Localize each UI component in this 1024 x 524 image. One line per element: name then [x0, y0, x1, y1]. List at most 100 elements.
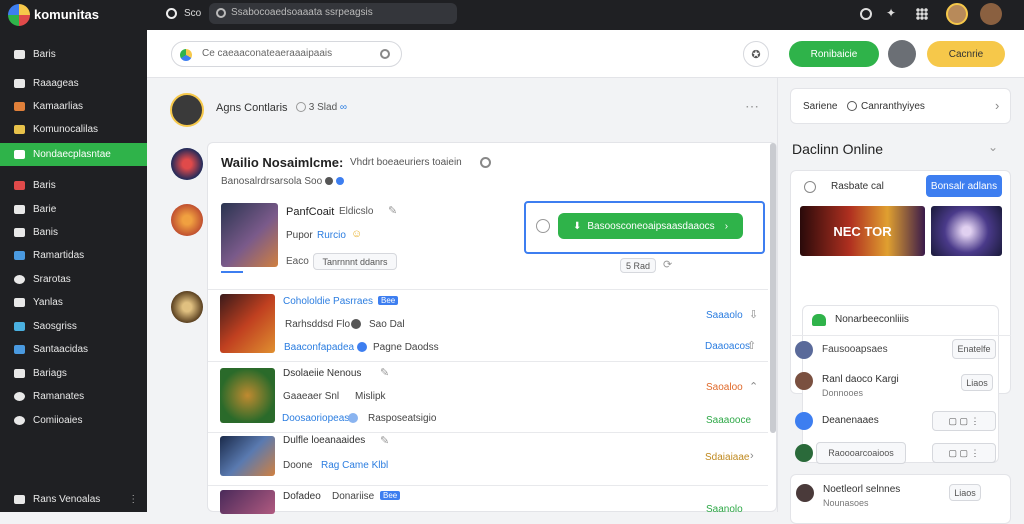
- list-item[interactable]: Dulfle loeanaaides ✎ Doone Rag Came Klbl…: [208, 432, 768, 484]
- sidebar-item[interactable]: Kamaarlias: [0, 95, 147, 118]
- edit-icon[interactable]: ✎: [380, 434, 389, 447]
- list-item-right[interactable]: Saaaolo: [706, 310, 743, 321]
- cta-radio[interactable]: [536, 219, 550, 233]
- cta-button[interactable]: ⬇ Basoosconeoaipsaasdaaocs ›: [558, 213, 743, 239]
- header-search-input[interactable]: Ce caeaaconateaeraaaipaais: [171, 41, 402, 67]
- sidebar-item[interactable]: Yanlas: [0, 291, 147, 314]
- post-counter[interactable]: 5 Rad: [620, 258, 656, 273]
- sidebar-item[interactable]: Baris: [0, 43, 147, 66]
- app-name[interactable]: komunitas: [34, 7, 99, 22]
- list-item[interactable]: Cohololdie Pasrraes Bee Rarhsddsd Flo Sa…: [208, 289, 768, 359]
- grid-menu-icon[interactable]: [916, 8, 928, 20]
- sidebar-item[interactable]: Banis: [0, 221, 147, 244]
- sidebar-item[interactable]: Ramanates: [0, 385, 147, 408]
- post-author-avatar[interactable]: [171, 204, 203, 236]
- list-item-right[interactable]: Sdaiaiaae: [705, 452, 749, 463]
- edit-icon[interactable]: ✎: [380, 366, 389, 379]
- chevron-right-icon[interactable]: ›: [750, 450, 754, 462]
- sidebar-footer[interactable]: Rans Venoalas ⋮: [0, 488, 147, 511]
- list-item-title[interactable]: Cohololdie Pasrraes: [283, 296, 373, 307]
- filter-button[interactable]: Bonsalr adlans: [926, 175, 1002, 197]
- chevron-down-icon[interactable]: ⌄: [988, 140, 998, 154]
- sidebar-item[interactable]: Raaageas: [0, 72, 147, 95]
- feed-post-card: Wailio Nosaimlcme: Vhdrt boeaeuriers toa…: [207, 142, 777, 515]
- sidebar-item-label: Yanlas: [33, 297, 63, 308]
- sidebar-item-active[interactable]: Nondaecplasntae: [0, 143, 147, 166]
- list-item[interactable]: Dofadeo Donariise Bee Saanolo: [208, 485, 768, 515]
- edit-icon[interactable]: ✎: [388, 204, 397, 217]
- primary-action-button[interactable]: Ronibaicie: [789, 41, 879, 67]
- app-logo-icon[interactable]: [8, 4, 30, 26]
- member-row[interactable]: Raoooarcoaioos ▢ ▢ ⋮: [792, 440, 1011, 468]
- list-item[interactable]: Dsolaeiie Nenous ✎ Gaaeaer Snl Mislipk D…: [208, 361, 768, 431]
- bookmark-icon: [14, 369, 25, 378]
- list-item-meta: Doone: [283, 460, 313, 471]
- cta-icon: ⬇: [572, 220, 582, 232]
- sidebar-item[interactable]: Comiioaies: [0, 409, 147, 432]
- list-item-right2[interactable]: Saaaooce: [706, 415, 751, 426]
- post-media-thumbnail[interactable]: [221, 203, 278, 267]
- sidebar-item[interactable]: Srarotas: [0, 268, 147, 291]
- media-tag: Eldicslo: [339, 206, 374, 217]
- member-sub: Nounasoes: [823, 498, 869, 508]
- member-row[interactable]: Deanenaaes ▢ ▢ ⋮: [792, 408, 1011, 436]
- media-title: PanfCoait: [286, 206, 335, 218]
- sidebar-item[interactable]: Ramartidas: [0, 244, 147, 267]
- download-icon[interactable]: ⇩: [749, 308, 758, 321]
- avatar-mini-icon: [351, 319, 361, 329]
- member-row[interactable]: Ranl daoco Kargi Donnooes Liaos: [792, 368, 1011, 402]
- member-action-button[interactable]: Liaos: [961, 374, 993, 391]
- list-item-right[interactable]: Saanolo: [706, 504, 743, 515]
- composer-avatar[interactable]: [170, 93, 204, 127]
- member-avatar: [795, 412, 813, 430]
- sidebar-item[interactable]: Bariags: [0, 362, 147, 385]
- list-item-title[interactable]: Dofadeo: [283, 491, 321, 502]
- member-name-box[interactable]: Raoooarcoaioos: [816, 442, 906, 464]
- sidebar-item-label: Raaageas: [33, 78, 79, 89]
- list-item-tag[interactable]: Doosaoriopeas: [282, 413, 349, 424]
- post-author-avatar[interactable]: [171, 148, 203, 180]
- list-item-meta2[interactable]: Rag Came Klbl: [321, 460, 388, 471]
- right-tab[interactable]: Sariene Canranthyiyes ›: [790, 88, 1011, 124]
- post-author-avatar[interactable]: [171, 291, 203, 323]
- header-avatar[interactable]: [888, 40, 916, 68]
- list-item-title[interactable]: Dulfle loeanaaides: [283, 435, 365, 446]
- filter-radio[interactable]: [804, 181, 816, 193]
- secondary-action-button[interactable]: Cacnrie: [927, 41, 1005, 67]
- top-search-input[interactable]: Ssabocoaedsoaaata ssrpeagsis: [209, 3, 457, 24]
- chevron-up-icon[interactable]: ⌃: [749, 380, 758, 393]
- member-options[interactable]: ▢ ▢ ⋮: [932, 443, 996, 463]
- refresh-icon[interactable]: ⟳: [663, 258, 672, 271]
- settings-icon[interactable]: [860, 8, 872, 20]
- event-banner-secondary[interactable]: [931, 206, 1002, 256]
- feed-scrollbar[interactable]: [770, 143, 776, 433]
- notification-icon[interactable]: ✪: [743, 41, 769, 67]
- list-item-right2[interactable]: Daaoacos: [705, 341, 750, 352]
- member-options[interactable]: ▢ ▢ ⋮: [932, 411, 996, 431]
- list-item-title[interactable]: Dsolaeiie Nenous: [283, 368, 361, 379]
- feed-scrollbar-thumb[interactable]: [770, 143, 776, 433]
- member-action-button[interactable]: Enatelfe: [952, 339, 996, 359]
- search-icon[interactable]: [166, 8, 177, 19]
- user-avatar[interactable]: [946, 3, 968, 25]
- member-action-button[interactable]: Liaos: [949, 484, 981, 501]
- upload-icon[interactable]: ⇧: [747, 339, 756, 352]
- media-foot-box[interactable]: Tanrnnnt ddanrs: [313, 253, 397, 270]
- composer-more-icon[interactable]: ⋯: [745, 98, 759, 115]
- sidebar-item[interactable]: Santaacidas: [0, 338, 147, 361]
- list-item-thumbnail: [220, 490, 275, 514]
- twitter-icon[interactable]: ✦: [886, 6, 896, 20]
- sidebar-item[interactable]: Barie: [0, 198, 147, 221]
- settings-icon[interactable]: [480, 157, 491, 168]
- list-item-right[interactable]: Saoaloo: [706, 382, 743, 393]
- sidebar-item-label: Kamaarlias: [33, 101, 84, 112]
- list-item-tag[interactable]: Baaconfapadea: [284, 342, 354, 353]
- sidebar-item[interactable]: Baris: [0, 174, 147, 197]
- user-avatar-secondary[interactable]: [980, 3, 1002, 25]
- event-banner[interactable]: NEC TOR: [800, 206, 925, 256]
- sidebar-item-label: Baris: [33, 180, 56, 191]
- media-link[interactable]: Rurcio: [317, 230, 346, 241]
- sidebar-item[interactable]: Komunocalilas: [0, 118, 147, 141]
- sidebar-item[interactable]: Saosgriss: [0, 315, 147, 338]
- member-row[interactable]: Fausooapsaes Enatelfe: [792, 335, 1011, 363]
